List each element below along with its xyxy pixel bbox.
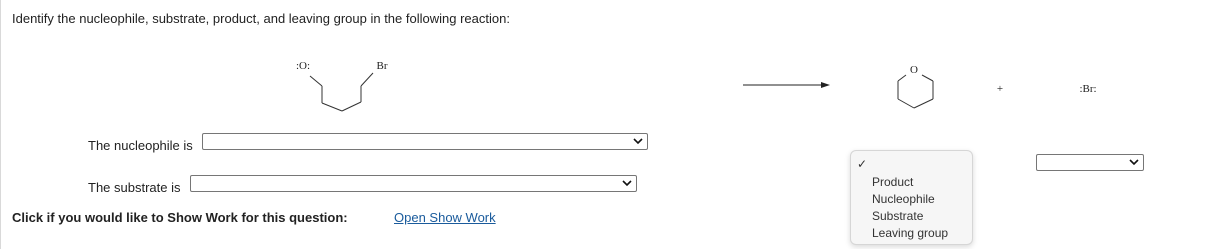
check-icon: ✓ bbox=[857, 157, 868, 171]
menu-option-leaving-group[interactable]: Leaving group bbox=[872, 226, 948, 240]
show-work-prompt: Click if you would like to Show Work for… bbox=[12, 210, 348, 225]
leaving-group-select[interactable] bbox=[1036, 154, 1144, 171]
substrate-select[interactable] bbox=[190, 175, 637, 192]
chevron-down-icon bbox=[633, 138, 643, 145]
oxygen-anion-label: :O: bbox=[296, 60, 310, 72]
menu-option-substrate[interactable]: Substrate bbox=[872, 209, 923, 223]
bromine-label: Br bbox=[377, 60, 388, 72]
menu-option-nucleophile[interactable]: Nucleophile bbox=[872, 192, 935, 206]
reactant-skeleton bbox=[309, 72, 374, 112]
substrate-label: The substrate is bbox=[88, 180, 181, 195]
dropdown-menu: ✓ Product Nucleophile Substrate Leaving … bbox=[850, 150, 973, 245]
product-ring bbox=[897, 74, 934, 109]
open-show-work-link[interactable]: Open Show Work bbox=[394, 210, 496, 225]
bromide-label: :Br: bbox=[1079, 83, 1096, 95]
reaction-arrow bbox=[743, 82, 830, 88]
ring-oxygen-label: O bbox=[910, 64, 918, 76]
chevron-down-icon bbox=[1129, 159, 1139, 166]
menu-option-product[interactable]: Product bbox=[872, 175, 913, 189]
nucleophile-select[interactable] bbox=[202, 133, 648, 150]
nucleophile-label: The nucleophile is bbox=[88, 138, 193, 153]
plus-sign: + bbox=[997, 83, 1003, 95]
chevron-down-icon bbox=[622, 180, 632, 187]
